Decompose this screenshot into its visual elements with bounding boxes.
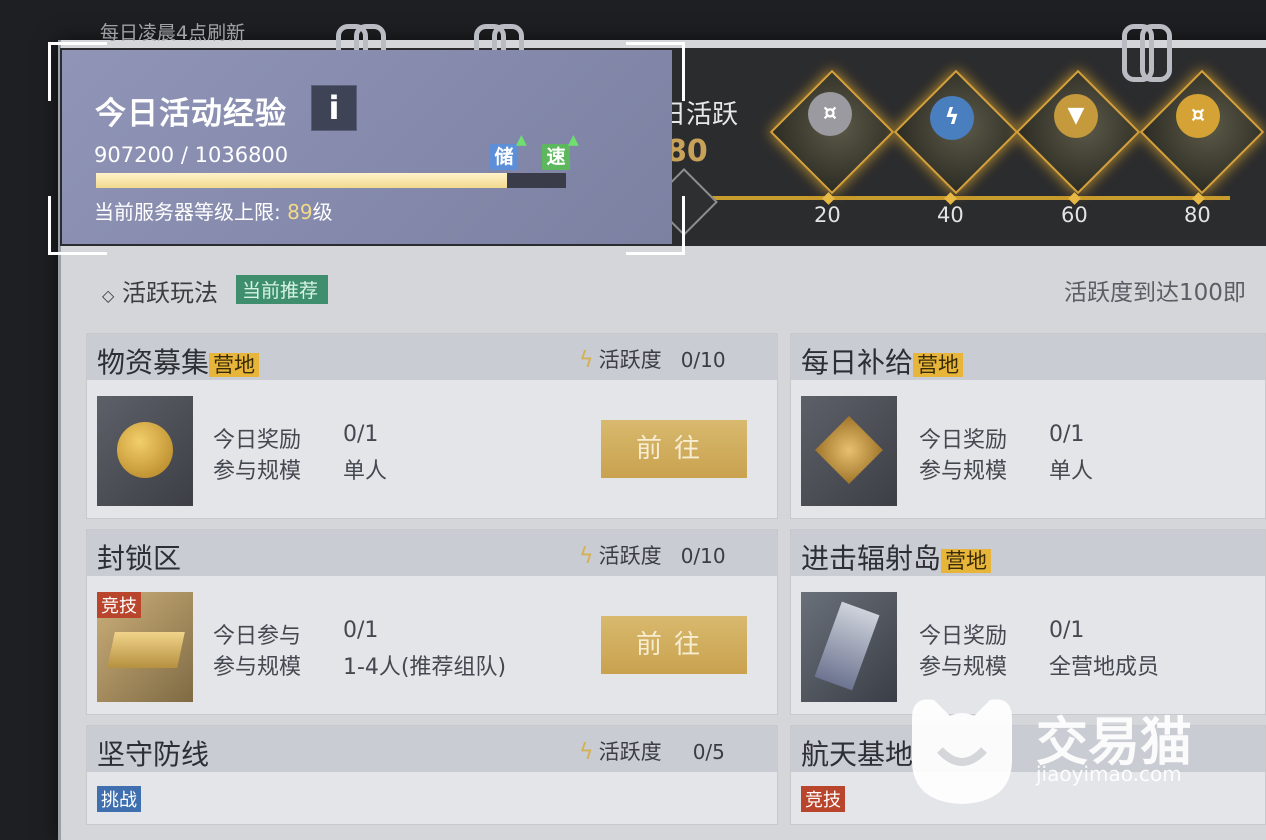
activity-card-daily-supply[interactable]: 每日补给 营地 今日奖励 0/1 参与规模 单人 <box>790 333 1266 519</box>
scale-label: 参与规模 <box>213 655 302 680</box>
scale-label: 参与规模 <box>213 459 302 484</box>
card-title: 航天基地 <box>801 738 914 771</box>
gold-coin-icon: ¤ <box>1176 94 1220 138</box>
exp-progress-fill <box>96 173 508 188</box>
card-activity: ϟ 活跃度 0/10 <box>579 540 726 570</box>
lightning-icon: ϟ <box>579 348 594 373</box>
card-title: 进击辐射岛 营地 <box>801 537 992 577</box>
info-button[interactable]: i <box>311 85 357 131</box>
speed-boost-icon[interactable]: 速 <box>542 144 570 170</box>
go-button[interactable]: 前往 <box>601 420 747 478</box>
reward-value: 0/1 <box>1049 422 1085 447</box>
reward-label: 今日奖励 <box>919 624 1008 649</box>
server-level-label: 当前服务器等级上限: <box>94 200 281 224</box>
milestone-label: 60 <box>1061 203 1088 227</box>
scale-value: 1-4人(推荐组队) <box>343 655 507 680</box>
crate-shape <box>814 601 880 691</box>
camp-tag: 营地 <box>209 353 260 377</box>
scale-value: 全营地成员 <box>1049 655 1160 680</box>
wing-emblem-icon <box>801 396 897 506</box>
card-title: 物资募集 营地 <box>97 341 260 381</box>
activity-card-lockdown[interactable]: 封锁区 ϟ 活跃度 0/10 竞技 今日参与 0/1 参与规模 1-4人(推荐组… <box>86 529 778 715</box>
pvp-tag: 竞技 <box>97 592 141 618</box>
lightning-icon: ϟ <box>930 96 974 140</box>
exp-numbers: 907200 / 1036800 <box>94 143 288 167</box>
milestone-label: 20 <box>814 203 841 227</box>
activity-count: 0/5 <box>692 740 725 764</box>
watermark-logo-icon <box>900 690 1024 814</box>
section-title: ◇ 活跃玩法 <box>102 273 218 308</box>
arrow-up-icon: ▲ <box>516 132 527 148</box>
card-activity: ϟ 活跃度 0/10 <box>579 344 726 374</box>
card-title: 坚守防线 <box>97 738 210 771</box>
binder-ring <box>1140 24 1172 82</box>
camp-tag: 营地 <box>941 549 992 573</box>
refresh-note: 每日凌晨4点刷新 <box>100 22 246 44</box>
card-title-text: 每日补给 <box>801 346 914 379</box>
activity-label: 活跃度 <box>598 544 662 568</box>
activity-value: 80 <box>666 134 708 169</box>
server-level-value: 89 <box>287 200 313 224</box>
activity-card-space-base[interactable]: 航天基地 竞技 <box>790 725 1266 825</box>
diamond-icon: ◇ <box>102 286 115 305</box>
activity-label: 活跃度 <box>598 348 662 372</box>
activity-goal-note: 活跃度到达100即 <box>1064 280 1246 306</box>
server-level-unit: 级 <box>312 200 333 224</box>
camp-tag: 营地 <box>913 353 964 377</box>
gold-coin-icon <box>97 396 193 506</box>
exp-title: 今日活动经验 <box>95 96 287 132</box>
challenge-tag: 挑战 <box>97 786 141 812</box>
coin-shape <box>117 422 173 478</box>
activity-count: 0/10 <box>680 544 726 568</box>
exp-progress-bar <box>96 173 566 188</box>
lightning-icon: ϟ <box>579 544 594 569</box>
recommend-tag: 当前推荐 <box>236 275 329 304</box>
pvp-tag: 竞技 <box>801 786 845 812</box>
reward-value: 0/1 <box>1049 618 1085 643</box>
card-activity: ϟ 活跃度 0/5 <box>579 736 725 766</box>
scale-value: 单人 <box>343 459 388 484</box>
activity-card-supply[interactable]: 物资募集 营地 ϟ 活跃度 0/10 今日奖励 0/1 参与规模 单人 前往 <box>86 333 778 519</box>
participation-label: 今日参与 <box>213 624 302 649</box>
supply-crate-icon <box>801 592 897 702</box>
activity-card-radiation-island[interactable]: 进击辐射岛 营地 今日奖励 0/1 参与规模 全营地成员 <box>790 529 1266 715</box>
watermark-url: jiaoyimao.com <box>1036 762 1182 786</box>
panel-corner <box>626 196 685 255</box>
scale-value: 单人 <box>1049 459 1094 484</box>
activity-progress-track <box>690 196 1230 200</box>
milestone-label: 40 <box>937 203 964 227</box>
activity-label: 活跃度 <box>598 740 662 764</box>
participation-value: 0/1 <box>343 618 379 643</box>
scale-label: 参与规模 <box>919 459 1008 484</box>
emblem-shape <box>815 416 883 484</box>
section-title-text: 活跃玩法 <box>121 279 218 307</box>
arrow-up-icon: ▲ <box>568 132 579 148</box>
activity-card-defense-line[interactable]: 坚守防线 ϟ 活跃度 0/5 挑战 <box>86 725 778 825</box>
panel-corner <box>626 42 685 101</box>
activity-count: 0/10 <box>680 348 726 372</box>
reward-label: 今日奖励 <box>213 428 302 453</box>
card-title: 封锁区 <box>97 542 182 575</box>
exp-current: 907200 <box>94 143 175 167</box>
scale-label: 参与规模 <box>919 655 1008 680</box>
lightning-icon: ϟ <box>579 740 594 765</box>
wing-emblem-icon: ▼ <box>1054 94 1098 138</box>
gold-bar-shape <box>107 632 185 668</box>
server-level-cap: 当前服务器等级上限: 89级 <box>94 196 333 225</box>
reward-label: 今日奖励 <box>919 428 1008 453</box>
exp-max: 1036800 <box>194 143 289 167</box>
storage-boost-icon[interactable]: 储 <box>490 144 518 170</box>
card-title-text: 进击辐射岛 <box>801 542 942 575</box>
go-button[interactable]: 前往 <box>601 616 747 674</box>
coin-icon: ¤ <box>808 92 852 136</box>
card-title-text: 物资募集 <box>97 346 210 379</box>
card-title: 每日补给 营地 <box>801 341 964 381</box>
milestone-label: 80 <box>1184 203 1211 227</box>
exp-separator: / <box>180 143 188 167</box>
reward-value: 0/1 <box>343 422 379 447</box>
